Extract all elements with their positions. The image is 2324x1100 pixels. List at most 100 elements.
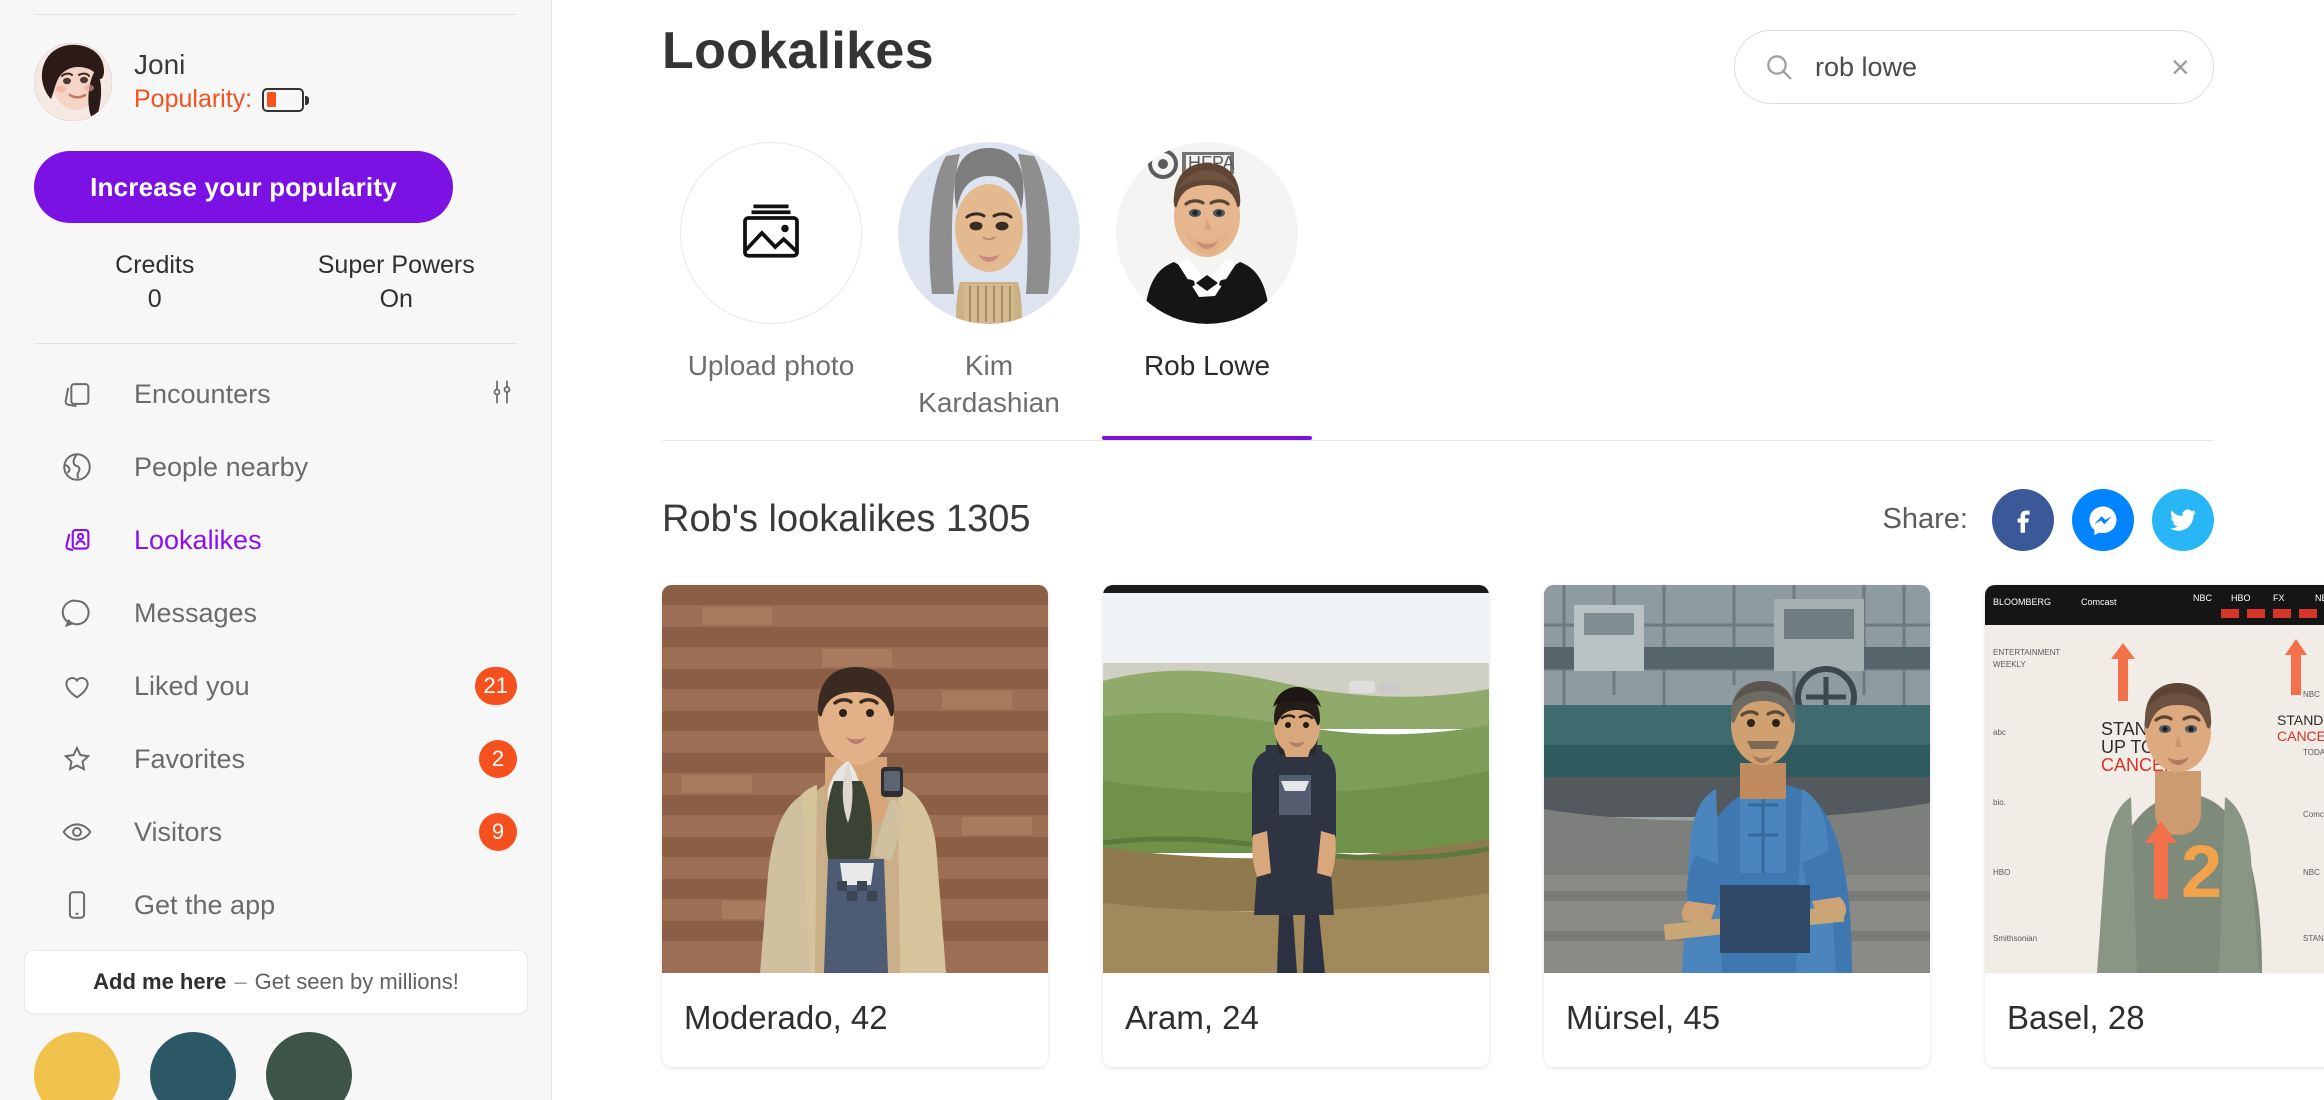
chat-icon [58, 594, 96, 632]
svg-text:2: 2 [2181, 830, 2222, 913]
increase-popularity-button[interactable]: Increase your popularity [34, 151, 453, 223]
sidebar-item-label: People nearby [134, 451, 309, 482]
sidebar-item-messages[interactable]: Messages [0, 577, 551, 650]
search-input[interactable] [1815, 51, 2169, 83]
main-content: Lookalikes × [552, 0, 2324, 1100]
tab-label: Kim Kardashian [918, 350, 1060, 418]
promo-strong: Add me here [93, 969, 227, 994]
stat-credits: Credits 0 [34, 249, 276, 317]
sidebar-item-label: Visitors [134, 816, 223, 847]
star-icon [58, 740, 96, 778]
svg-text:STAND: STAND [2277, 712, 2323, 728]
tab-kim-kardashian[interactable]: Kim Kardashian [880, 142, 1098, 440]
phone-icon [58, 886, 96, 924]
sidebar-item-label: Messages [134, 597, 258, 628]
messenger-icon [2089, 506, 2117, 536]
tab-upload-photo[interactable]: Upload photo [662, 142, 880, 440]
rob-lowe-photo: HFPA [1116, 142, 1298, 324]
promo-text: Get seen by millions! [254, 969, 459, 994]
stats-row: Credits 0 Super Powers On [34, 249, 517, 317]
lookalike-card-name: Mürsel, 45 [1566, 998, 1721, 1036]
profile-block[interactable]: Joni Popularity: [0, 15, 551, 121]
svg-text:BLOOMBERG: BLOOMBERG [1993, 597, 2051, 607]
sidebar-nav: Encounters People nearby Lookalikes Mess… [0, 358, 551, 942]
avatar[interactable] [34, 43, 112, 121]
svg-text:WEEKLY: WEEKLY [1993, 660, 2026, 669]
man-boat-harbor-photo [1544, 584, 1930, 973]
facebook-icon [2017, 510, 2030, 533]
clear-search-button[interactable]: × [2169, 51, 2192, 83]
globe-icon [58, 448, 96, 486]
search-icon [1763, 51, 1795, 83]
filter-icon[interactable] [487, 377, 517, 412]
svg-text:abc: abc [1993, 728, 2006, 737]
sidebar-item-label: Lookalikes [134, 524, 262, 555]
upload-photo-circle [680, 142, 862, 324]
sidebar-item-get-the-app[interactable]: Get the app [0, 869, 551, 942]
search-bar[interactable]: × [1734, 30, 2214, 104]
svg-text:Comcast: Comcast [2303, 810, 2324, 819]
user-avatar-photo [34, 43, 112, 121]
promo-thumb[interactable] [34, 1032, 120, 1100]
sidebar-item-visitors[interactable]: Visitors 9 [0, 796, 551, 869]
heart-icon [58, 667, 96, 705]
app-root: Joni Popularity: Increase your popularit… [0, 0, 2324, 1100]
lookalike-tabs: Upload photo Kim Kardashian HFPA Rob Low… [552, 104, 2324, 440]
sidebar-item-favorites[interactable]: Favorites 2 [0, 723, 551, 796]
sidebar-item-label: Encounters [134, 378, 271, 409]
man-green-field-photo [1103, 584, 1489, 973]
profile-name: Joni [134, 48, 186, 80]
sidebar-item-people-nearby[interactable]: People nearby [0, 431, 551, 504]
page-title: Lookalikes [662, 22, 934, 80]
promo-thumb[interactable] [150, 1032, 236, 1100]
lookalike-card-name: Moderado, 42 [684, 998, 888, 1036]
svg-text:ENTERTAINMENT: ENTERTAINMENT [1993, 648, 2060, 657]
messenger-share-button[interactable] [2072, 488, 2134, 551]
svg-text:HBO: HBO [2231, 593, 2251, 603]
svg-text:HBO: HBO [1993, 868, 2010, 877]
lookalike-results-grid: Moderado, 42 Aram, 24 Mürsel, 45 BLOOMBE… [552, 551, 2324, 1067]
lookalike-card[interactable]: BLOOMBERG Comcast NBC HBO FX NBC [1985, 584, 2324, 1067]
lookalike-card[interactable]: Aram, 24 [1103, 584, 1489, 1067]
svg-text:STAND: STAND [2303, 934, 2324, 943]
nav-trailing[interactable] [487, 377, 517, 412]
add-me-here-promo[interactable]: Add me here – Get seen by millions! [24, 950, 528, 1014]
share-label: Share: [1882, 503, 1968, 536]
tab-rob-lowe[interactable]: HFPA Rob Lowe [1098, 142, 1316, 440]
twitter-icon [2170, 509, 2196, 531]
tab-label: Rob Lowe [1143, 350, 1271, 381]
lookalike-card-name: Aram, 24 [1125, 998, 1259, 1036]
results-header: Rob's lookalikes 1305 Share: [552, 441, 2324, 551]
sidebar-item-label: Favorites [134, 743, 246, 774]
stat-super-powers-value: On [379, 284, 413, 313]
lookalike-card[interactable]: Moderado, 42 [662, 584, 1048, 1067]
status-badge: 21 [474, 667, 517, 705]
nav-trailing: 2 [479, 740, 517, 778]
cards-icon [58, 375, 96, 413]
svg-text:bio.: bio. [1993, 798, 2006, 807]
sidebar-item-encounters[interactable]: Encounters [0, 358, 551, 431]
promo-dash: – [234, 969, 247, 994]
profile-text: Joni Popularity: [134, 48, 310, 114]
popularity-label: Popularity: [134, 85, 253, 114]
svg-text:NBC: NBC [2193, 593, 2213, 603]
results-title: Rob's lookalikes 1305 [662, 498, 1031, 541]
nav-trailing: 21 [474, 667, 517, 705]
svg-text:TODAY: TODAY [2303, 748, 2324, 757]
lookalike-card[interactable]: Mürsel, 45 [1544, 584, 1930, 1067]
sidebar-item-lookalikes[interactable]: Lookalikes [0, 504, 551, 577]
share-group: Share: [1882, 488, 2214, 551]
eye-icon [58, 813, 96, 851]
promo-thumbnail-strip [34, 1032, 352, 1100]
promo-thumb[interactable] [266, 1032, 352, 1100]
facebook-share-button[interactable] [1992, 488, 2054, 551]
tab-label: Upload photo [687, 350, 855, 381]
svg-text:NBC: NBC [2303, 868, 2320, 877]
svg-text:Comcast: Comcast [2081, 597, 2117, 607]
svg-text:CANCER: CANCER [2277, 728, 2324, 744]
sidebar-item-liked-you[interactable]: Liked you 21 [0, 650, 551, 723]
svg-text:NBC: NBC [2315, 593, 2324, 603]
sidebar-item-label: Get the app [134, 889, 276, 920]
popularity-row: Popularity: [134, 85, 310, 114]
twitter-share-button[interactable] [2152, 488, 2214, 551]
